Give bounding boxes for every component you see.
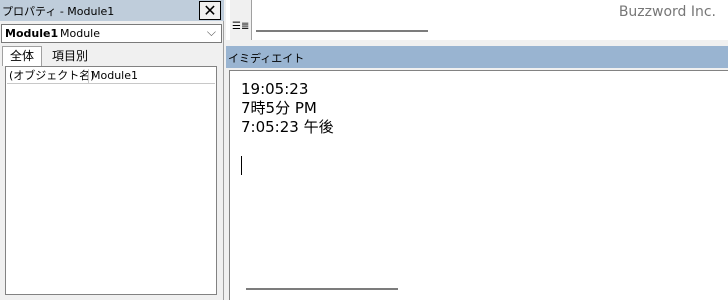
properties-pane: プロパティ - Module1 ✕ Module1 Module ⌵ 全体 項目… [0,0,224,300]
column-divider [88,69,89,83]
properties-title: プロパティ - Module1 [2,5,115,18]
immediate-title: イミディエイト [228,52,305,65]
immediate-window: イミディエイト 19:05:23 7時5分 PM 7:05:23 午後 [226,46,728,300]
view-buttons: ☰ ≣ [230,0,252,40]
output-line: 7時5分 PM [241,99,317,117]
full-module-view-icon[interactable]: ≣ [241,21,250,35]
property-value[interactable]: Module1 [91,69,138,83]
immediate-output[interactable]: 19:05:23 7時5分 PM 7:05:23 午後 [229,70,728,300]
close-icon[interactable]: ✕ [199,1,221,20]
text-caret [241,156,242,175]
immediate-titlebar[interactable]: イミディエイト [226,46,728,68]
property-grid: (オブジェクト名) Module1 [5,66,217,295]
object-name: Module1 [5,27,59,40]
scrollbar-thumb[interactable] [246,288,398,290]
tab-alphabetic[interactable]: 全体 [2,46,42,66]
properties-titlebar[interactable]: プロパティ - Module1 ✕ [0,0,224,21]
scrollbar-thumb[interactable] [256,30,428,32]
immediate-horizontal-scrollbar[interactable] [230,279,728,299]
code-window-strip: ☰ ≣ Buzzword Inc. [226,0,728,40]
output-line: 19:05:23 [241,80,309,98]
procedure-view-icon[interactable]: ☰ [232,21,241,35]
object-dropdown[interactable]: Module1 Module ⌵ [1,24,222,43]
object-type: Module [60,27,100,40]
property-row[interactable]: (オブジェクト名) Module1 [7,69,215,84]
chevron-down-icon[interactable]: ⌵ [207,25,216,40]
tab-categorized[interactable]: 項目別 [48,48,92,66]
output-line: 7:05:23 午後 [241,118,334,136]
code-horizontal-scrollbar[interactable] [256,28,726,34]
watermark: Buzzword Inc. [618,4,716,20]
property-name: (オブジェクト名) [9,69,95,82]
